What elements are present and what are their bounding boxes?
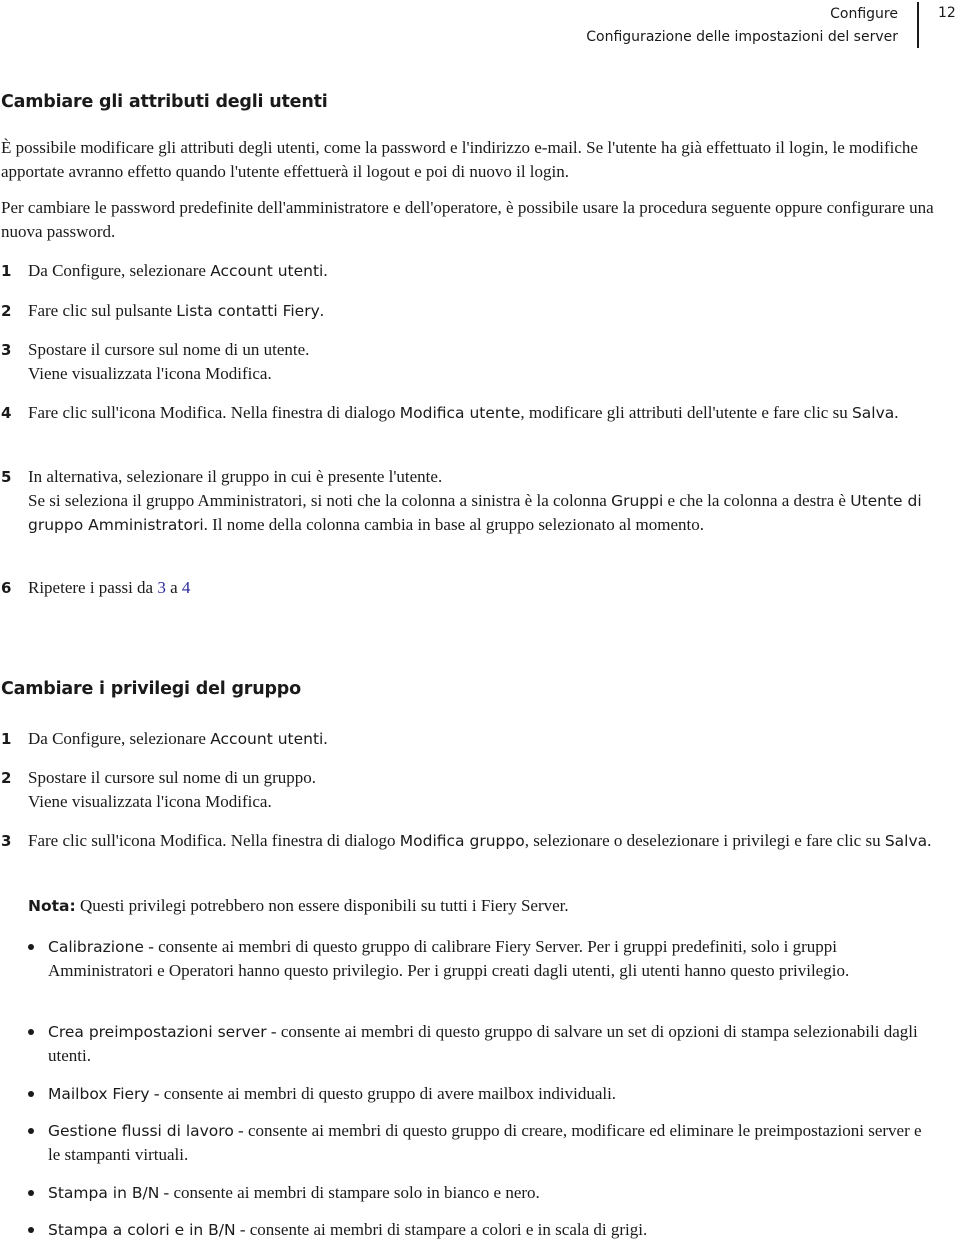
privilege-name: Stampa a colori e in B/N (48, 1221, 236, 1239)
step-text: . (323, 261, 328, 280)
step-text: Da Configure, selezionare (28, 261, 211, 280)
step-text: . (323, 729, 328, 748)
ui-term-account-utenti: Account utenti (210, 730, 324, 748)
step-4: 4 Fare clic sull'icona Modifica. Nella f… (0, 401, 945, 425)
privilege-name: Gestione flussi di lavoro (48, 1122, 234, 1140)
privilege-item: Calibrazione - consente ai membri di que… (28, 935, 933, 983)
privilege-item: Gestione flussi di lavoro - consente ai … (28, 1119, 933, 1167)
step-number: 2 (1, 769, 12, 787)
step-text: Ripetere i passi da (28, 578, 158, 597)
ui-term-modifica-gruppo: Modifica gruppo (399, 832, 525, 850)
step-result: Viene visualizzata l'icona Modifica. (28, 792, 272, 811)
privilege-name: Crea preimpostazioni server (48, 1023, 267, 1041)
header-divider (917, 2, 919, 48)
note: Nota: Questi privilegi potrebbero non es… (28, 894, 948, 918)
privilege-desc: - consente ai membri di questo gruppo di… (149, 1084, 617, 1103)
ui-term-salva: Salva (851, 404, 895, 422)
step-text: Fare clic sull'icona Modifica. Nella fin… (28, 403, 400, 422)
running-header: Configure Configurazione delle impostazi… (586, 3, 898, 49)
ui-term-salva: Salva (884, 832, 928, 850)
privilege-name: Calibrazione (48, 938, 144, 956)
bullet-icon (28, 1091, 34, 1097)
ui-term-gruppi: Gruppi (611, 492, 664, 510)
bullet-icon (28, 1227, 34, 1233)
step-text: Se si seleziona il gruppo Amministratori… (28, 491, 612, 510)
step-text: , modificare gli attributi dell'utente e… (520, 403, 852, 422)
step-number: 6 (1, 579, 12, 597)
step-number: 1 (1, 730, 12, 748)
step-5: 5 In alternativa, selezionare il gruppo … (0, 465, 945, 537)
step-number: 1 (1, 262, 12, 280)
privilege-item: Mailbox Fiery - consente ai membri di qu… (28, 1082, 933, 1106)
privilege-name: Mailbox Fiery (48, 1085, 150, 1103)
step-number: 4 (1, 404, 12, 422)
step-text: . (894, 403, 899, 422)
note-label: Nota: (28, 897, 76, 915)
privilege-item: Crea preimpostazioni server - consente a… (28, 1020, 933, 1068)
step-number: 3 (1, 341, 12, 359)
password-paragraph: Per cambiare le password predefinite del… (1, 198, 934, 241)
privilege-desc: - consente ai membri di questo gruppo di… (48, 937, 850, 980)
step-6: 6 Ripetere i passi da 3 a 4 (0, 576, 945, 600)
step-text: Spostare il cursore sul nome di un utent… (28, 340, 310, 359)
step-number: 5 (1, 468, 12, 486)
step-text: , selezionare o deselezionare i privileg… (524, 831, 885, 850)
section-title-user-attributes: Cambiare gli attributi degli utenti (1, 92, 328, 112)
ui-term-account-utenti: Account utenti (210, 262, 324, 280)
privilege-desc: - consente ai membri di stampare a color… (235, 1220, 648, 1239)
link-step-4[interactable]: 4 (182, 578, 191, 597)
privilege-item: Stampa in B/N - consente ai membri di st… (28, 1181, 933, 1205)
step-number: 3 (1, 832, 12, 850)
step-text: . (319, 301, 324, 320)
step-number: 2 (1, 302, 12, 320)
group-step-2: 2 Spostare il cursore sul nome di un gru… (0, 766, 945, 814)
step-text: Da Configure, selezionare (28, 729, 211, 748)
step-text: Spostare il cursore sul nome di un grupp… (28, 768, 317, 787)
header-section: Configurazione delle impostazioni del se… (586, 29, 898, 45)
step-text: . (927, 831, 932, 850)
step-text: e che la colonna a destra è (663, 491, 851, 510)
link-step-3[interactable]: 3 (157, 578, 166, 597)
privilege-name: Stampa in B/N (48, 1184, 160, 1202)
step-result: Viene visualizzata l'icona Modifica. (28, 364, 272, 383)
step-text: . Il nome della colonna cambia in base a… (203, 515, 705, 534)
intro-paragraph: È possibile modificare gli attributi deg… (1, 138, 918, 181)
note-text: Questi privilegi potrebbero non essere d… (75, 896, 569, 915)
step-text: In alternativa, selezionare il gruppo in… (28, 467, 443, 486)
privilege-desc: - consente ai membri di stampare solo in… (159, 1183, 540, 1202)
step-text: Fare clic sul pulsante (28, 301, 177, 320)
step-3: 3 Spostare il cursore sul nome di un ute… (0, 338, 945, 386)
ui-term-modifica-utente: Modifica utente (399, 404, 521, 422)
group-step-1: 1 Da Configure, selezionare Account uten… (0, 727, 945, 751)
step-text: a (165, 578, 182, 597)
bullet-icon (28, 1190, 34, 1196)
bullet-icon (28, 944, 34, 950)
header-chapter: Configure (830, 6, 898, 22)
bullet-icon (28, 1128, 34, 1134)
ui-term-lista-contatti: Lista contatti Fiery (176, 302, 320, 320)
page-number: 12 (938, 5, 956, 21)
step-text: Fare clic sull'icona Modifica. Nella fin… (28, 831, 400, 850)
section-title-group-privileges: Cambiare i privilegi del gruppo (1, 679, 301, 699)
bullet-icon (28, 1029, 34, 1035)
group-step-3: 3 Fare clic sull'icona Modifica. Nella f… (0, 829, 945, 853)
step-1: 1 Da Configure, selezionare Account uten… (0, 259, 945, 283)
privilege-item: Stampa a colori e in B/N - consente ai m… (28, 1218, 933, 1242)
step-2: 2 Fare clic sul pulsante Lista contatti … (0, 299, 945, 323)
